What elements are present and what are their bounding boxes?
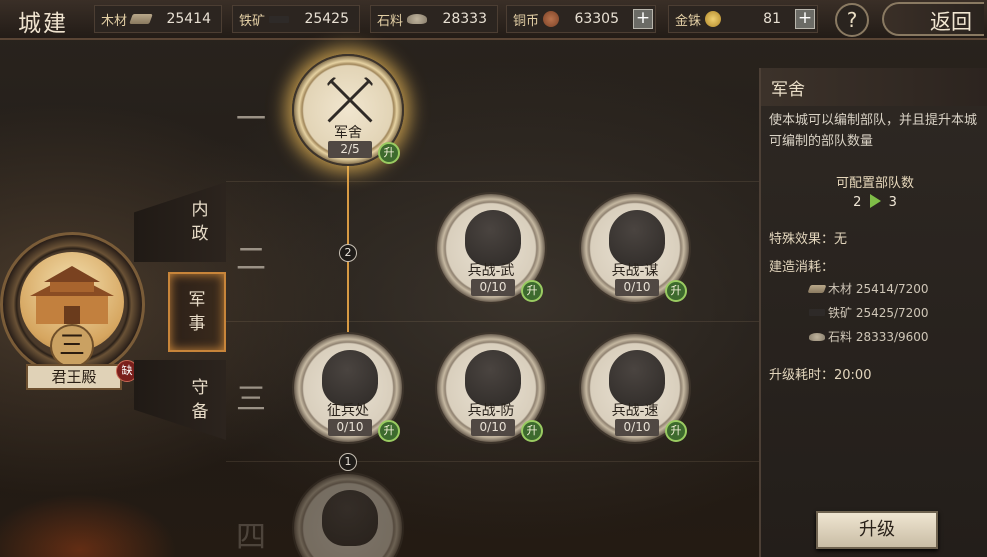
upgrade-badge[interactable]: 升	[378, 142, 400, 164]
node-level: 0/10	[471, 279, 515, 296]
resource-label: 石料	[377, 13, 404, 29]
node-zhengbingchu[interactable]: 征兵处 0/10 升	[292, 332, 404, 444]
node-locked[interactable]	[292, 472, 404, 557]
tab-junshi[interactable]: 军 事	[168, 272, 226, 352]
link-count: 2	[339, 244, 357, 262]
link-count: 1	[339, 453, 357, 471]
config-to: 3	[888, 195, 897, 210]
upgrade-badge[interactable]: 升	[521, 280, 543, 302]
node-name: 兵战-防	[467, 403, 515, 419]
resource-label: 木材	[101, 13, 128, 29]
node-level: 0/10	[328, 419, 372, 436]
resource-iron: 铁矿 25425	[232, 5, 360, 33]
resource-gold: 金铢 81 +	[668, 5, 818, 33]
iron-icon	[809, 309, 825, 316]
config-from: 2	[853, 195, 862, 210]
tier-label: 二	[236, 242, 266, 277]
hall-name[interactable]: 君王殿	[26, 364, 122, 390]
speed-warrior-icon	[609, 350, 665, 406]
tech-tree: 一 二 三 四 2 1 军舍 2/5 升 兵战-武 0/10 升 兵战-谋 0/…	[226, 42, 759, 557]
wood-icon	[129, 14, 153, 24]
camp-icon	[322, 490, 378, 546]
tab-char: 备	[191, 402, 209, 422]
left-panel: 三 君王殿 缺 内 政 军 事 守 备	[0, 42, 226, 557]
resource-label: 金铢	[675, 13, 702, 29]
upgrade-time: 升级耗时：20:00	[769, 368, 872, 383]
node-level: 0/10	[615, 419, 659, 436]
node-bingzhan-wu[interactable]: 兵战-武 0/10 升	[435, 192, 547, 304]
upgrade-button[interactable]: 升级	[816, 511, 938, 549]
tab-char: 事	[188, 314, 206, 334]
iron-icon	[269, 15, 290, 23]
strategist-icon	[609, 210, 665, 266]
hall-level: 三	[50, 324, 94, 368]
cost-text: 石料 28333/9600	[828, 330, 929, 344]
cost-stone: 石料 28333/9600	[809, 328, 929, 345]
resource-label: 铜币	[513, 13, 540, 29]
node-level: 2/5	[328, 141, 372, 158]
info-panel: 军舍 使本城可以编制部队，并且提升本城可编制的部队数量 可配置部队数 2 3 特…	[759, 68, 987, 557]
cost-iron: 铁矿 25425/7200	[809, 304, 929, 321]
config-values: 2 3	[761, 194, 987, 210]
node-bingzhan-su[interactable]: 兵战-速 0/10 升	[579, 332, 691, 444]
resource-copper: 铜币 63305 +	[506, 5, 656, 33]
cost-label: 建造消耗：	[769, 260, 835, 275]
tab-char: 政	[191, 224, 209, 244]
tab-char: 内	[191, 200, 209, 220]
gold-coin-icon	[705, 11, 722, 27]
stone-icon	[809, 332, 825, 341]
cost-wood: 木材 25414/7200	[807, 280, 929, 297]
upgrade-badge[interactable]: 升	[521, 420, 543, 442]
back-label: 返回	[930, 10, 972, 34]
node-junshe[interactable]: 军舍 2/5 升	[292, 54, 404, 166]
stone-icon	[407, 14, 428, 24]
node-bingzhan-mou[interactable]: 兵战-谋 0/10 升	[579, 192, 691, 304]
tier-label: 一	[236, 102, 266, 137]
warrior-icon	[465, 210, 521, 266]
tab-char: 守	[191, 378, 209, 398]
resource-label: 铁矿	[239, 13, 266, 29]
cost-text: 铁矿 25425/7200	[828, 306, 929, 320]
tab-neizheng[interactable]: 内 政	[134, 182, 226, 262]
upgrade-badge[interactable]: 升	[665, 280, 687, 302]
add-copper-button[interactable]: +	[633, 9, 653, 29]
resource-wood: 木材 25414	[94, 5, 222, 33]
top-bar: 城建 木材 25414 铁矿 25425 石料 28333 铜币 63305 +…	[0, 0, 987, 40]
tab-shoubei[interactable]: 守 备	[134, 360, 226, 440]
back-button[interactable]: 返回	[882, 2, 984, 36]
copper-coin-icon	[543, 11, 560, 27]
tier-label: 三	[236, 382, 266, 417]
resource-value: 28333	[442, 11, 487, 27]
add-gold-button[interactable]: +	[795, 9, 815, 29]
info-description: 使本城可以编制部队，并且提升本城可编制的部队数量	[769, 113, 978, 149]
node-name: 兵战-速	[611, 403, 659, 419]
upgrade-badge[interactable]: 升	[378, 420, 400, 442]
wood-icon	[807, 284, 827, 293]
tab-char: 军	[188, 290, 206, 310]
node-level: 0/10	[615, 279, 659, 296]
arrow-right-icon	[869, 194, 881, 208]
shield-warrior-icon	[465, 350, 521, 406]
node-bingzhan-fang[interactable]: 兵战-防 0/10 升	[435, 332, 547, 444]
crossed-spears-icon	[324, 74, 376, 124]
node-name: 兵战-谋	[611, 263, 659, 279]
node-level: 0/10	[471, 419, 515, 436]
upgrade-badge[interactable]: 升	[665, 420, 687, 442]
node-name: 征兵处	[327, 403, 369, 419]
page-title: 城建	[18, 11, 68, 37]
resource-value: 63305	[574, 11, 619, 27]
info-title: 军舍	[761, 68, 987, 106]
cost-text: 木材 25414/7200	[828, 282, 929, 296]
node-name: 兵战-武	[467, 263, 515, 279]
resource-value: 25414	[166, 11, 211, 27]
soldiers-icon	[322, 350, 378, 406]
resource-value: 81	[763, 11, 781, 27]
tier-label: 四	[236, 520, 266, 555]
resource-stone: 石料 28333	[370, 5, 498, 33]
special-effect: 特殊效果：无	[769, 232, 848, 247]
node-name: 军舍	[334, 125, 362, 141]
resource-value: 25425	[304, 11, 349, 27]
help-button[interactable]: ?	[835, 3, 869, 37]
config-label: 可配置部队数	[835, 176, 914, 191]
